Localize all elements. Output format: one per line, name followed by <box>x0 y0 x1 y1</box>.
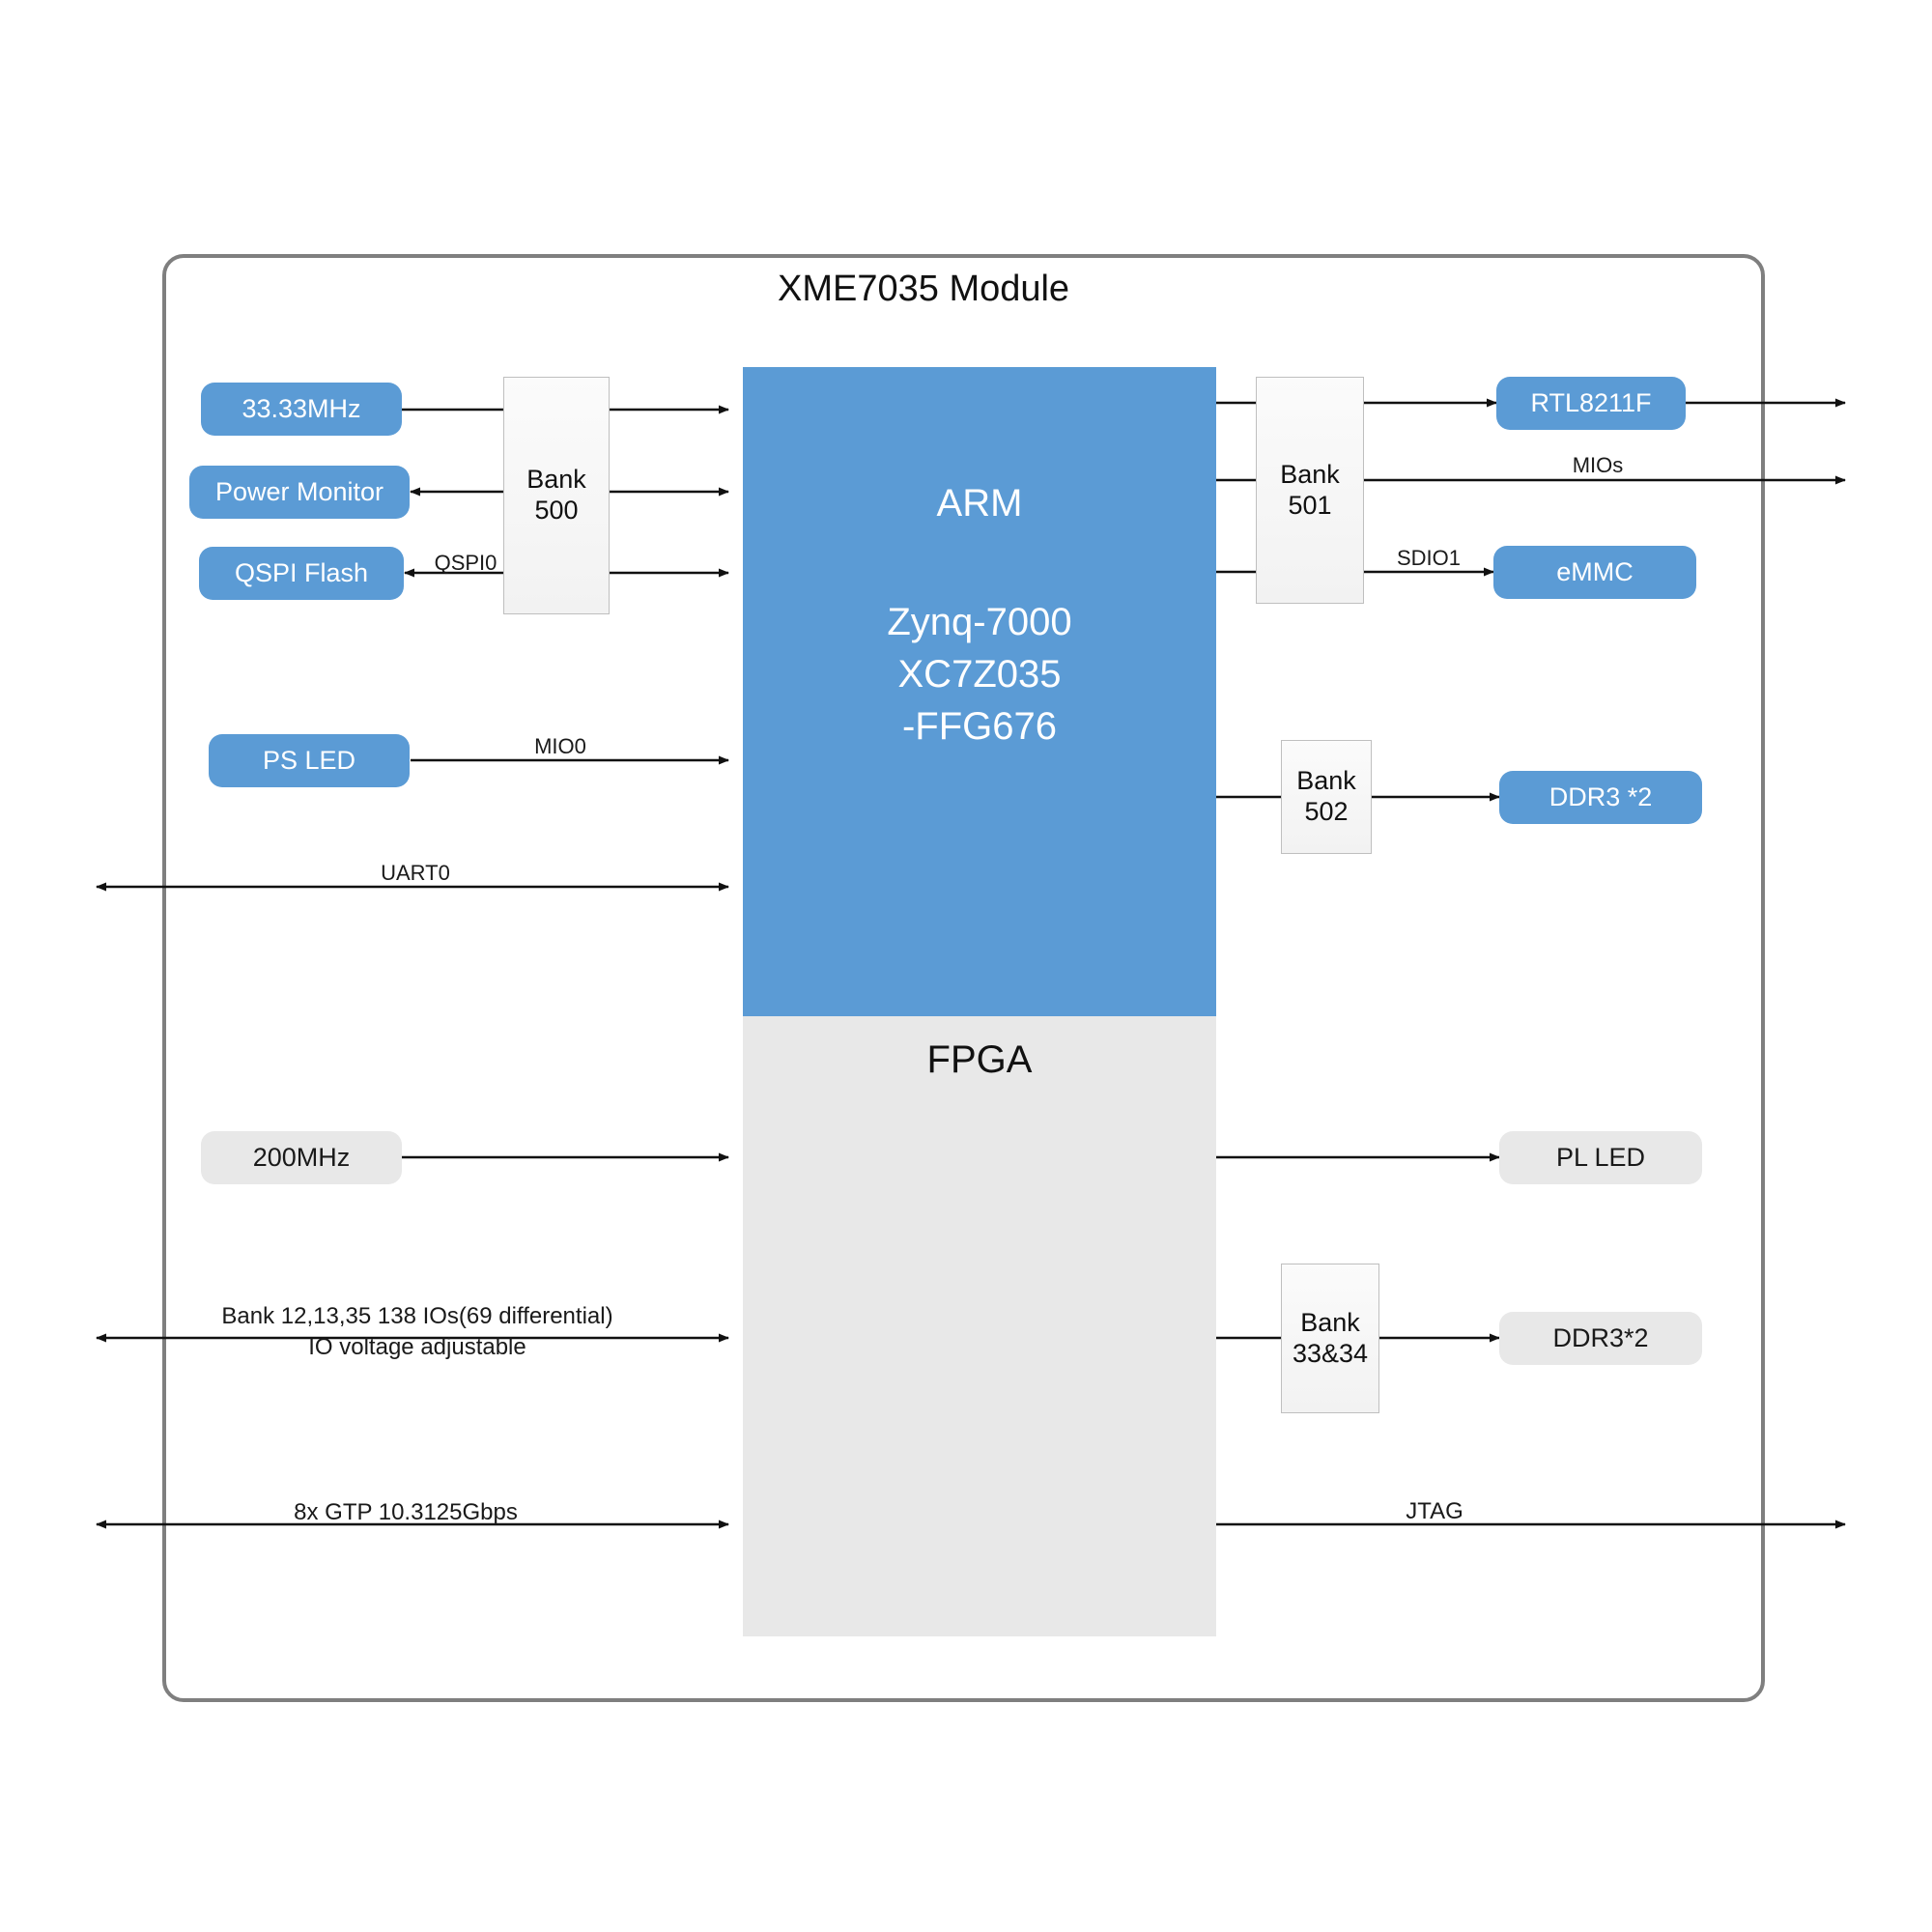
peripheral-pl-led[interactable]: PL LED <box>1499 1131 1702 1184</box>
soc-part-line-2: XC7Z035 <box>897 653 1062 696</box>
bank-500-line-2: 500 <box>534 496 579 525</box>
soc-arm-label: ARM <box>936 482 1023 525</box>
peripheral-emmc[interactable]: eMMC <box>1493 546 1696 599</box>
peripheral-power-monitor[interactable]: Power Monitor <box>189 466 410 519</box>
peripheral-ddr3-ps[interactable]: DDR3 *2 <box>1499 771 1702 824</box>
wire-label-bank-io-line-1: Bank 12,13,35 138 IOs(69 differential) <box>221 1303 613 1329</box>
soc-part-line-1: Zynq-7000 <box>887 601 1072 644</box>
block-diagram: XME7035 Module ARM Zynq-7000 XC7Z035 -FF… <box>0 0 1932 1932</box>
bank-501-line-2: 501 <box>1288 490 1332 520</box>
wire-label-gtp: 8x GTP 10.3125Gbps <box>294 1499 518 1525</box>
wire-label-jtag: JTAG <box>1406 1498 1463 1524</box>
peripheral-qspi-flash[interactable]: QSPI Flash <box>199 547 404 600</box>
peripheral-ddr3-pl[interactable]: DDR3*2 <box>1499 1312 1702 1365</box>
peripheral-clock-33mhz[interactable]: 33.33MHz <box>201 383 402 436</box>
bank-33-34-line-2: 33&34 <box>1292 1338 1369 1368</box>
peripheral-rtl8211f[interactable]: RTL8211F <box>1496 377 1686 430</box>
bank-500-box: Bank 500 <box>503 377 610 614</box>
bank-502-box: Bank 502 <box>1281 740 1372 854</box>
soc-pl-block: FPGA <box>743 1016 1216 1636</box>
soc-fpga-label: FPGA <box>926 1038 1033 1081</box>
bank-33-34-line-1: Bank <box>1300 1307 1360 1337</box>
wire-label-bank-io: Bank 12,13,35 138 IOs(69 differential) I… <box>147 1301 688 1364</box>
wire-label-qspi0: QSPI0 <box>434 551 497 575</box>
bank-500-line-1: Bank <box>526 465 586 495</box>
soc-part-number: Zynq-7000 XC7Z035 -FFG676 <box>887 596 1071 753</box>
peripheral-clock-200mhz[interactable]: 200MHz <box>201 1131 402 1184</box>
wire-label-mios: MIOs <box>1572 453 1624 477</box>
wire-label-bank-io-line-2: IO voltage adjustable <box>308 1334 526 1361</box>
bank-501-box: Bank 501 <box>1256 377 1364 604</box>
bank-502-line-1: Bank <box>1296 766 1356 796</box>
soc-part-line-3: -FFG676 <box>901 705 1058 749</box>
wire-label-uart0: UART0 <box>381 861 450 885</box>
wire-label-sdio1: SDIO1 <box>1396 546 1462 570</box>
peripheral-ps-led[interactable]: PS LED <box>209 734 410 787</box>
soc-ps-block: ARM Zynq-7000 XC7Z035 -FFG676 <box>743 367 1216 1016</box>
wire-label-mio0: MIO0 <box>534 734 586 758</box>
bank-502-line-2: 502 <box>1304 797 1349 826</box>
page-title: XME7035 Module <box>778 269 1070 309</box>
bank-501-line-1: Bank <box>1280 459 1340 489</box>
bank-33-34-box: Bank 33&34 <box>1281 1264 1379 1413</box>
